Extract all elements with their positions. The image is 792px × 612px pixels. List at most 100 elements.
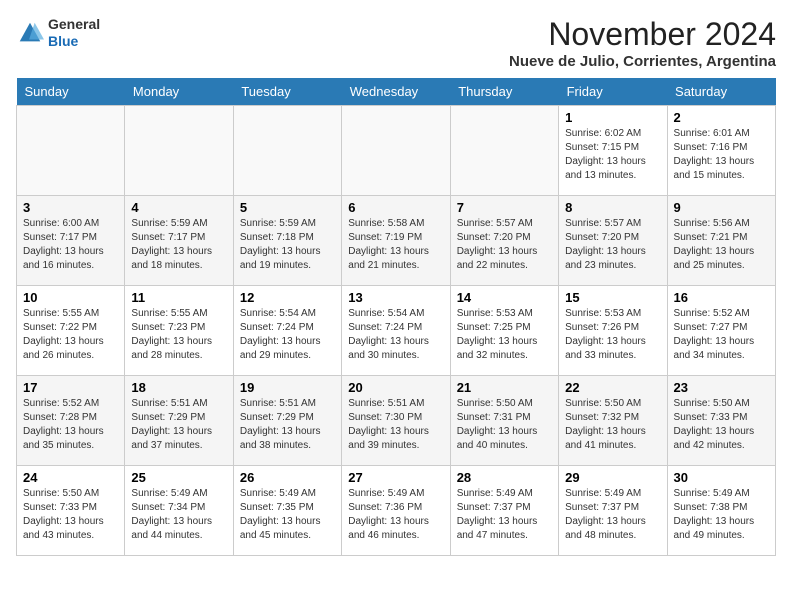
calendar-cell	[17, 106, 125, 196]
day-number: 22	[565, 380, 660, 395]
month-title: November 2024	[509, 16, 776, 53]
day-number: 19	[240, 380, 335, 395]
calendar-cell: 5 Sunrise: 5:59 AM Sunset: 7:18 PM Daylig…	[233, 196, 341, 286]
weekday-header-wednesday: Wednesday	[342, 78, 450, 106]
calendar-cell: 7 Sunrise: 5:57 AM Sunset: 7:20 PM Daylig…	[450, 196, 558, 286]
day-info: Sunrise: 5:58 AM Sunset: 7:19 PM Dayligh…	[348, 217, 443, 273]
day-number: 16	[674, 290, 769, 305]
day-info: Sunrise: 5:51 AM Sunset: 7:30 PM Dayligh…	[348, 397, 443, 453]
day-info: Sunrise: 5:57 AM Sunset: 7:20 PM Dayligh…	[457, 217, 552, 273]
day-number: 5	[240, 200, 335, 215]
day-number: 10	[23, 290, 118, 305]
day-info: Sunrise: 5:59 AM Sunset: 7:18 PM Dayligh…	[240, 217, 335, 273]
day-number: 14	[457, 290, 552, 305]
day-info: Sunrise: 5:54 AM Sunset: 7:24 PM Dayligh…	[348, 307, 443, 363]
day-info: Sunrise: 5:50 AM Sunset: 7:33 PM Dayligh…	[674, 397, 769, 453]
logo-blue-text: Blue	[48, 33, 100, 50]
calendar-cell: 13Sunrise: 5:54 AM Sunset: 7:24 PM Dayli…	[342, 286, 450, 376]
day-number: 25	[131, 470, 226, 485]
day-info: Sunrise: 6:02 AM Sunset: 7:15 PM Dayligh…	[565, 127, 660, 183]
day-number: 20	[348, 380, 443, 395]
calendar-week-row: 3 Sunrise: 6:00 AM Sunset: 7:17 PM Daylig…	[17, 196, 776, 286]
day-number: 11	[131, 290, 226, 305]
calendar-cell: 29Sunrise: 5:49 AM Sunset: 7:37 PM Dayli…	[559, 466, 667, 556]
calendar-cell: 21 Sunrise: 5:50 AM Sunset: 7:31 PM Dayli…	[450, 376, 558, 466]
calendar-cell	[233, 106, 341, 196]
weekday-header-monday: Monday	[125, 78, 233, 106]
calendar-cell: 22Sunrise: 5:50 AM Sunset: 7:32 PM Dayli…	[559, 376, 667, 466]
weekday-header-tuesday: Tuesday	[233, 78, 341, 106]
calendar-cell: 14 Sunrise: 5:53 AM Sunset: 7:25 PM Dayli…	[450, 286, 558, 376]
calendar-cell: 12Sunrise: 5:54 AM Sunset: 7:24 PM Dayli…	[233, 286, 341, 376]
calendar-cell	[342, 106, 450, 196]
calendar-cell: 6 Sunrise: 5:58 AM Sunset: 7:19 PM Daylig…	[342, 196, 450, 286]
day-number: 28	[457, 470, 552, 485]
day-info: Sunrise: 5:49 AM Sunset: 7:35 PM Dayligh…	[240, 487, 335, 543]
calendar-cell: 19 Sunrise: 5:51 AM Sunset: 7:29 PM Dayli…	[233, 376, 341, 466]
title-area: November 2024 Nueve de Julio, Corrientes…	[509, 16, 776, 70]
calendar-cell: 10 Sunrise: 5:55 AM Sunset: 7:22 PM Dayli…	[17, 286, 125, 376]
calendar-cell: 27 Sunrise: 5:49 AM Sunset: 7:36 PM Dayli…	[342, 466, 450, 556]
day-number: 3	[23, 200, 118, 215]
day-number: 4	[131, 200, 226, 215]
day-number: 26	[240, 470, 335, 485]
day-number: 15	[565, 290, 660, 305]
weekday-header-friday: Friday	[559, 78, 667, 106]
weekday-header-row: SundayMondayTuesdayWednesdayThursdayFrid…	[17, 78, 776, 106]
day-number: 27	[348, 470, 443, 485]
logo-icon	[16, 19, 44, 47]
weekday-header-sunday: Sunday	[17, 78, 125, 106]
day-info: Sunrise: 5:55 AM Sunset: 7:22 PM Dayligh…	[23, 307, 118, 363]
header: General Blue November 2024 Nueve de Juli…	[16, 16, 776, 70]
calendar-week-row: 10 Sunrise: 5:55 AM Sunset: 7:22 PM Dayli…	[17, 286, 776, 376]
calendar-week-row: 17 Sunrise: 5:52 AM Sunset: 7:28 PM Dayli…	[17, 376, 776, 466]
day-info: Sunrise: 5:50 AM Sunset: 7:33 PM Dayligh…	[23, 487, 118, 543]
day-number: 21	[457, 380, 552, 395]
day-number: 2	[674, 110, 769, 125]
day-info: Sunrise: 5:55 AM Sunset: 7:23 PM Dayligh…	[131, 307, 226, 363]
calendar-cell: 11 Sunrise: 5:55 AM Sunset: 7:23 PM Dayli…	[125, 286, 233, 376]
day-number: 7	[457, 200, 552, 215]
day-info: Sunrise: 5:53 AM Sunset: 7:26 PM Dayligh…	[565, 307, 660, 363]
logo: General Blue	[16, 16, 100, 50]
calendar-cell: 15 Sunrise: 5:53 AM Sunset: 7:26 PM Dayli…	[559, 286, 667, 376]
calendar-cell: 2Sunrise: 6:01 AM Sunset: 7:16 PM Daylig…	[667, 106, 775, 196]
day-info: Sunrise: 5:49 AM Sunset: 7:36 PM Dayligh…	[348, 487, 443, 543]
calendar-table: SundayMondayTuesdayWednesdayThursdayFrid…	[16, 78, 776, 556]
calendar-cell	[450, 106, 558, 196]
day-number: 6	[348, 200, 443, 215]
day-info: Sunrise: 5:49 AM Sunset: 7:37 PM Dayligh…	[565, 487, 660, 543]
day-number: 24	[23, 470, 118, 485]
day-info: Sunrise: 5:53 AM Sunset: 7:25 PM Dayligh…	[457, 307, 552, 363]
calendar-cell: 9Sunrise: 5:56 AM Sunset: 7:21 PM Daylig…	[667, 196, 775, 286]
day-info: Sunrise: 5:59 AM Sunset: 7:17 PM Dayligh…	[131, 217, 226, 273]
day-number: 1	[565, 110, 660, 125]
day-info: Sunrise: 5:51 AM Sunset: 7:29 PM Dayligh…	[131, 397, 226, 453]
logo-general-text: General	[48, 16, 100, 33]
day-info: Sunrise: 6:00 AM Sunset: 7:17 PM Dayligh…	[23, 217, 118, 273]
calendar-cell: 8 Sunrise: 5:57 AM Sunset: 7:20 PM Daylig…	[559, 196, 667, 286]
calendar-week-row: 1 Sunrise: 6:02 AM Sunset: 7:15 PM Daylig…	[17, 106, 776, 196]
calendar-cell: 3 Sunrise: 6:00 AM Sunset: 7:17 PM Daylig…	[17, 196, 125, 286]
calendar-week-row: 24 Sunrise: 5:50 AM Sunset: 7:33 PM Dayli…	[17, 466, 776, 556]
day-number: 17	[23, 380, 118, 395]
calendar-cell: 25Sunrise: 5:49 AM Sunset: 7:34 PM Dayli…	[125, 466, 233, 556]
calendar-cell	[125, 106, 233, 196]
calendar-cell: 17 Sunrise: 5:52 AM Sunset: 7:28 PM Dayli…	[17, 376, 125, 466]
day-number: 12	[240, 290, 335, 305]
calendar-cell: 26 Sunrise: 5:49 AM Sunset: 7:35 PM Dayli…	[233, 466, 341, 556]
location-text: Nueve de Julio, Corrientes, Argentina	[509, 53, 776, 70]
day-info: Sunrise: 5:51 AM Sunset: 7:29 PM Dayligh…	[240, 397, 335, 453]
calendar-cell: 30Sunrise: 5:49 AM Sunset: 7:38 PM Dayli…	[667, 466, 775, 556]
day-info: Sunrise: 5:57 AM Sunset: 7:20 PM Dayligh…	[565, 217, 660, 273]
day-number: 23	[674, 380, 769, 395]
day-info: Sunrise: 5:52 AM Sunset: 7:27 PM Dayligh…	[674, 307, 769, 363]
calendar-cell: 1 Sunrise: 6:02 AM Sunset: 7:15 PM Daylig…	[559, 106, 667, 196]
day-info: Sunrise: 5:52 AM Sunset: 7:28 PM Dayligh…	[23, 397, 118, 453]
calendar-cell: 28Sunrise: 5:49 AM Sunset: 7:37 PM Dayli…	[450, 466, 558, 556]
day-number: 30	[674, 470, 769, 485]
day-number: 18	[131, 380, 226, 395]
day-info: Sunrise: 5:50 AM Sunset: 7:31 PM Dayligh…	[457, 397, 552, 453]
day-number: 8	[565, 200, 660, 215]
calendar-cell: 24 Sunrise: 5:50 AM Sunset: 7:33 PM Dayli…	[17, 466, 125, 556]
